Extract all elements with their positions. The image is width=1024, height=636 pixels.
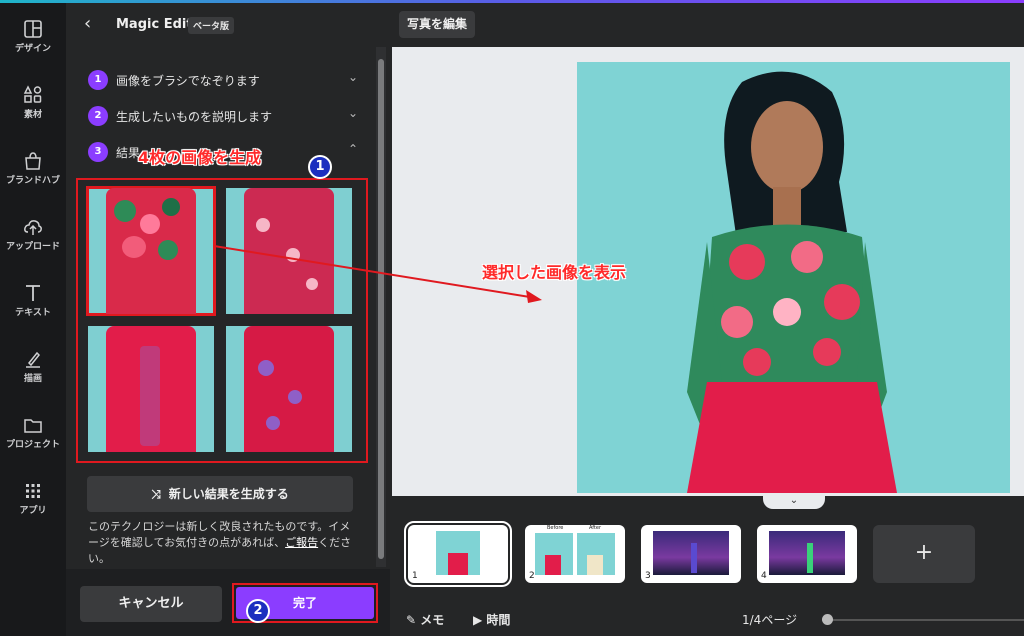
- step-number: 2: [88, 106, 108, 126]
- draw-icon: [26, 351, 41, 368]
- beta-badge: ベータ版: [188, 17, 235, 34]
- step-label: 結果: [116, 146, 141, 160]
- dress-shape: [244, 326, 334, 452]
- cloud-upload-icon: [24, 220, 42, 235]
- text-icon: [26, 285, 40, 301]
- timing-label: 時間: [486, 613, 511, 627]
- page-number: 1: [412, 571, 418, 581]
- page-number: 3: [645, 571, 651, 581]
- rail-item-upload[interactable]: アップロード: [0, 211, 66, 267]
- edit-photo-button[interactable]: 写真を編集: [399, 11, 476, 38]
- building-shape: [807, 543, 813, 573]
- step-label: 画像をブラシでなぞります: [116, 74, 260, 88]
- notes-button[interactable]: ✎ メモ: [406, 611, 444, 628]
- results-grid-annotation: [76, 178, 368, 463]
- selected-image[interactable]: [577, 62, 1010, 493]
- apps-icon: [26, 484, 40, 498]
- dress-shape: [587, 555, 603, 575]
- notes-label: メモ: [420, 613, 445, 627]
- panel-footer: キャンセル 完了 2: [66, 569, 390, 636]
- page-indicator: 1/4ページ: [742, 613, 798, 627]
- rail-label: 素材: [23, 110, 42, 120]
- rail-label: プロジェクト: [5, 440, 60, 450]
- annotation-badge-1: 1: [308, 155, 332, 179]
- chevron-down-icon: ⌄: [347, 70, 358, 84]
- dress-shape: [545, 555, 561, 575]
- after-label: After: [589, 525, 602, 531]
- rail-label: デザイン: [14, 44, 51, 54]
- chevron-down-icon: ⌄: [347, 106, 358, 120]
- page-thumb-2[interactable]: Before After 2: [525, 525, 625, 583]
- timing-button[interactable]: ▶ 時間: [473, 611, 510, 628]
- magic-edit-panel: ‹ Magic Edit ベータ版 1 画像をブラシでなぞります ⌄ 2 生成し…: [66, 3, 390, 636]
- page-number: 2: [529, 571, 535, 581]
- woman-figure: [577, 62, 1010, 493]
- editor-toolbar: 写真を編集: [390, 3, 1024, 47]
- panel-title: Magic Edit: [116, 17, 193, 32]
- rail-item-draw[interactable]: 描画: [0, 343, 66, 399]
- report-link[interactable]: ご報告: [285, 536, 318, 549]
- folder-icon: [24, 419, 42, 433]
- annotation-generate-label: 4枚の画像を生成: [138, 148, 262, 167]
- building-shape: [691, 543, 697, 573]
- add-page-button[interactable]: +: [873, 525, 975, 583]
- result-thumb-1[interactable]: [86, 186, 216, 316]
- before-label: Before: [547, 525, 564, 531]
- rail-label: ブランドハブ: [5, 176, 60, 186]
- rail-item-projects[interactable]: プロジェクト: [0, 409, 66, 465]
- annotation-select-label: 選択した画像を表示: [482, 263, 627, 282]
- page-thumb-1[interactable]: 1: [404, 521, 512, 587]
- step-describe[interactable]: 2 生成したいものを説明します ⌄: [88, 104, 358, 128]
- rail-item-text[interactable]: テキスト: [0, 277, 66, 333]
- slider-knob[interactable]: [822, 614, 833, 625]
- shuffle-icon: ⤨: [151, 487, 161, 501]
- chevron-up-icon: ⌃: [347, 142, 358, 156]
- notes-icon: ✎: [406, 613, 417, 627]
- rail-label: テキスト: [15, 308, 51, 318]
- rail-item-design[interactable]: デザイン: [0, 13, 66, 69]
- step-brush[interactable]: 1 画像をブラシでなぞります ⌄: [88, 68, 358, 92]
- scrollbar-thumb[interactable]: [378, 59, 384, 559]
- page-number: 4: [761, 571, 767, 581]
- dress-shape: [448, 553, 468, 575]
- regenerate-button[interactable]: ⤨ 新しい結果を生成する: [87, 476, 353, 512]
- panel-header: ‹ Magic Edit ベータ版: [66, 3, 390, 47]
- rail-item-brand-hub[interactable]: ブランドハブ: [0, 145, 66, 201]
- play-icon: ▶: [473, 613, 483, 627]
- left-rail: デザイン 素材 ブランドハブ アップロード テキスト 描画 プロジェクト アプリ: [0, 3, 66, 636]
- editor-main: 写真を編集 選択した画像を表示 ⌄ 1 Before After 2 3 4 +…: [390, 3, 1024, 636]
- brand-icon: [25, 152, 41, 170]
- step-number: 1: [88, 70, 108, 90]
- regenerate-label: 新しい結果を生成する: [168, 487, 289, 501]
- rail-item-apps[interactable]: アプリ: [0, 475, 66, 531]
- rail-label: アップロード: [5, 242, 60, 252]
- page-thumb-4[interactable]: 4: [757, 525, 857, 583]
- annotation-badge-2: 2: [246, 599, 270, 623]
- layout-icon: [24, 20, 42, 38]
- zoom-slider[interactable]: [822, 614, 1024, 625]
- rail-item-elements[interactable]: 素材: [0, 79, 66, 135]
- shapes-icon: [23, 85, 42, 103]
- back-chevron-icon[interactable]: ‹: [84, 13, 91, 34]
- cancel-button[interactable]: キャンセル: [80, 586, 222, 622]
- collapse-strip-icon[interactable]: ⌄: [763, 495, 825, 509]
- disclaimer-text: このテクノロジーは新しく改良されたものです。イメージを確認してお気付きの点があれ…: [88, 519, 358, 567]
- step-number: 3: [88, 142, 108, 162]
- editor-bottom-bar: ✎ メモ ▶ 時間 1/4ページ: [390, 603, 1024, 636]
- result-thumb-4[interactable]: [226, 326, 352, 452]
- page-strip: 1 Before After 2 3 4 +: [390, 511, 1024, 603]
- rail-label: 描画: [23, 374, 42, 384]
- page-thumb-3[interactable]: 3: [641, 525, 741, 583]
- result-thumb-2[interactable]: [226, 188, 352, 314]
- panel-scrollbar[interactable]: [376, 47, 386, 567]
- rail-label: アプリ: [19, 506, 47, 516]
- step-label: 生成したいものを説明します: [116, 110, 273, 124]
- result-thumb-3[interactable]: [88, 326, 214, 452]
